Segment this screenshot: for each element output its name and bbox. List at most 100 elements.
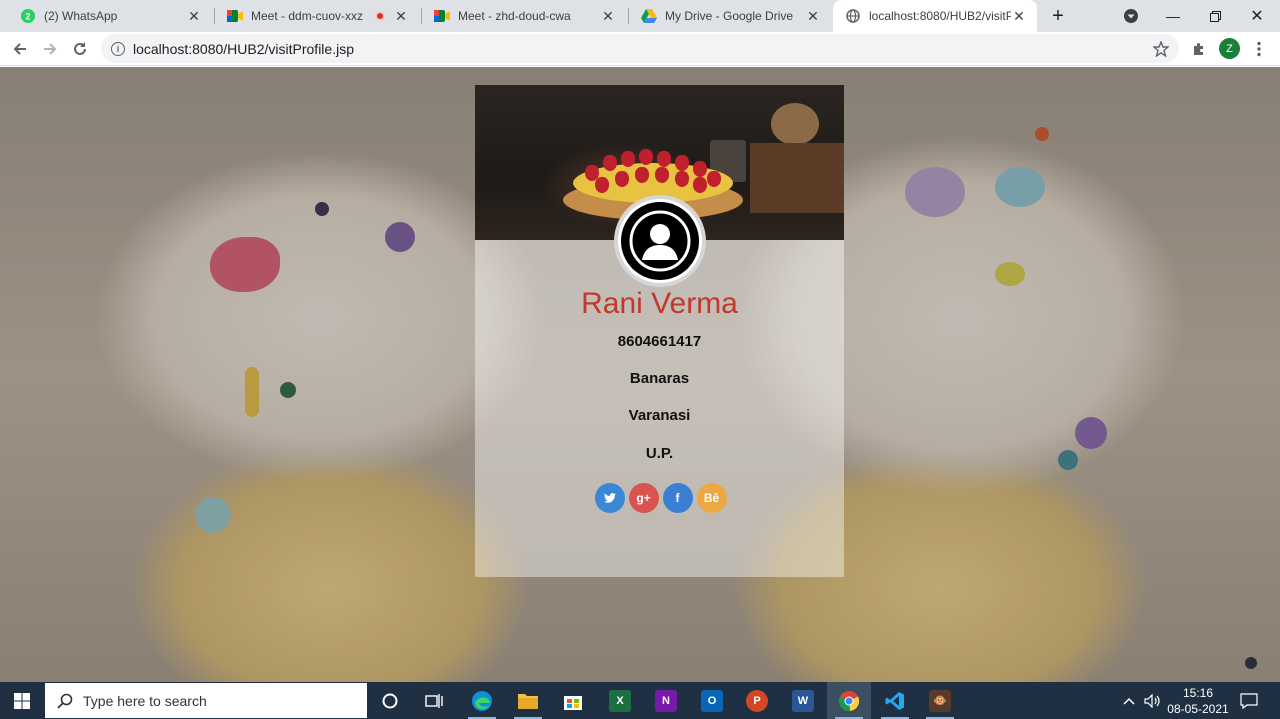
taskbar-app[interactable]: 🐵 xyxy=(918,682,962,719)
vscode-icon xyxy=(885,691,904,710)
twitter-button[interactable] xyxy=(594,483,625,513)
store-icon xyxy=(564,695,582,710)
volume-button[interactable] xyxy=(1144,682,1162,719)
speaker-icon xyxy=(1144,693,1160,708)
browser-toolbar: i localhost:8080/HUB2/visitProfile.jsp xyxy=(0,32,1280,66)
behance-button[interactable]: Bē xyxy=(696,483,727,513)
action-center-button[interactable] xyxy=(1240,682,1258,719)
cover-image-detail xyxy=(693,161,707,177)
profile-state: U.P. xyxy=(645,445,674,462)
tab-title: Meet - zhd-doud-cwa xyxy=(458,9,571,23)
clock-date: 08-05-2021 xyxy=(1167,702,1229,716)
arrow-left-icon xyxy=(13,43,26,55)
close-tab-icon[interactable]: ✕ xyxy=(805,8,821,24)
onenote-icon: N xyxy=(655,689,677,712)
taskbar-excel[interactable]: X xyxy=(598,682,642,719)
forward-button[interactable] xyxy=(37,36,63,62)
profile-name: Rani Verma xyxy=(581,287,738,320)
avatar xyxy=(614,195,706,287)
info-icon[interactable]: i xyxy=(111,41,125,56)
back-button[interactable] xyxy=(7,36,33,62)
word-icon: W xyxy=(792,689,814,712)
new-tab-button[interactable]: + xyxy=(1037,0,1079,32)
arrow-right-icon xyxy=(44,43,57,55)
cover-image-detail xyxy=(655,167,669,183)
reload-icon xyxy=(74,42,86,55)
outlook-icon: O xyxy=(701,689,723,712)
browser-menu-button[interactable] xyxy=(1246,36,1272,62)
cover-image-detail xyxy=(603,155,617,171)
tab-google-drive[interactable]: My Drive - Google Drive ✕ xyxy=(629,0,831,32)
powerpoint-icon: P xyxy=(746,689,768,712)
app-icon: 🐵 xyxy=(929,689,951,712)
taskbar-chrome[interactable] xyxy=(827,682,871,719)
close-window-button[interactable]: ✕ xyxy=(1234,0,1280,32)
cover-image-detail xyxy=(693,177,707,193)
facebook-button[interactable]: f xyxy=(662,483,693,513)
puzzle-icon xyxy=(1194,43,1203,55)
start-button[interactable] xyxy=(0,682,44,719)
profile-avatar[interactable]: Z xyxy=(1219,38,1240,59)
task-view-button[interactable] xyxy=(412,682,456,719)
cortana-button[interactable] xyxy=(368,682,412,719)
taskbar-search-box[interactable]: Type here to search xyxy=(45,683,367,718)
taskbar-clock[interactable]: 15:16 08-05-2021 xyxy=(1166,685,1230,717)
cover-image-detail xyxy=(639,149,653,165)
profile-city: Varanasi xyxy=(628,407,691,424)
task-view-icon xyxy=(425,693,443,708)
chevron-down-icon xyxy=(1124,9,1138,23)
url-text: localhost:8080/HUB2/visitProfile.jsp xyxy=(133,40,354,57)
restore-icon xyxy=(1209,10,1221,22)
taskbar-store[interactable] xyxy=(551,682,595,719)
meet-icon xyxy=(434,8,450,24)
cover-image-detail xyxy=(750,143,844,213)
taskbar-edge[interactable] xyxy=(460,682,504,719)
facebook-icon: f xyxy=(675,491,680,505)
google-plus-icon: g+ xyxy=(636,491,651,505)
google-plus-button[interactable]: g+ xyxy=(628,483,659,513)
extensions-button[interactable] xyxy=(1186,36,1212,62)
close-tab-icon[interactable]: ✕ xyxy=(600,8,616,24)
cover-image-detail xyxy=(771,103,819,145)
tab-search-button[interactable] xyxy=(1108,0,1154,32)
show-hidden-icons-button[interactable] xyxy=(1122,682,1136,719)
tab-title: (2) WhatsApp xyxy=(44,9,118,23)
cover-image-detail xyxy=(675,171,689,187)
folder-icon xyxy=(518,693,538,709)
cover-image-detail xyxy=(615,171,629,187)
minimize-button[interactable]: — xyxy=(1150,0,1196,32)
windows-taskbar: Type here to search X N O P W 🐵 15:16 08… xyxy=(0,682,1280,719)
edge-icon xyxy=(472,690,492,711)
tab-meet-1[interactable]: Meet - ddm-cuov-xxz ✕ xyxy=(215,0,419,32)
globe-icon xyxy=(845,8,861,24)
kebab-menu-icon xyxy=(1257,41,1261,57)
taskbar-onenote[interactable]: N xyxy=(644,682,688,719)
address-bar[interactable]: i localhost:8080/HUB2/visitProfile.jsp xyxy=(101,34,1179,63)
cover-image-detail xyxy=(595,177,609,193)
taskbar-vscode[interactable] xyxy=(873,682,917,719)
cover-image-detail xyxy=(675,155,689,171)
taskbar-word[interactable]: W xyxy=(781,682,825,719)
tab-whatsapp[interactable]: 2 (2) WhatsApp ✕ xyxy=(8,0,212,32)
close-tab-icon[interactable]: ✕ xyxy=(186,8,202,24)
tab-active-profile[interactable]: localhost:8080/HUB2/visitProfile.jsp ✕ xyxy=(833,0,1037,32)
close-tab-icon[interactable]: ✕ xyxy=(393,8,409,24)
profile-phone: 8604661417 xyxy=(617,333,702,350)
chrome-icon xyxy=(838,690,860,711)
close-tab-icon[interactable]: ✕ xyxy=(1011,8,1027,24)
search-icon xyxy=(57,693,73,709)
taskbar-outlook[interactable]: O xyxy=(690,682,734,719)
user-silhouette-icon xyxy=(621,202,699,280)
cover-image-detail xyxy=(657,151,671,167)
taskbar-powerpoint[interactable]: P xyxy=(735,682,779,719)
tab-title: Meet - ddm-cuov-xxz xyxy=(251,9,364,23)
reload-button[interactable] xyxy=(67,36,93,62)
social-links: g+ f Bē xyxy=(475,483,844,513)
tab-meet-2[interactable]: Meet - zhd-doud-cwa ✕ xyxy=(422,0,626,32)
meet-icon xyxy=(227,8,243,24)
windows-logo-icon xyxy=(14,692,30,709)
taskbar-file-explorer[interactable] xyxy=(506,682,550,719)
twitter-icon xyxy=(603,493,616,503)
bookmark-button[interactable] xyxy=(1148,36,1174,62)
restore-button[interactable] xyxy=(1192,0,1238,32)
